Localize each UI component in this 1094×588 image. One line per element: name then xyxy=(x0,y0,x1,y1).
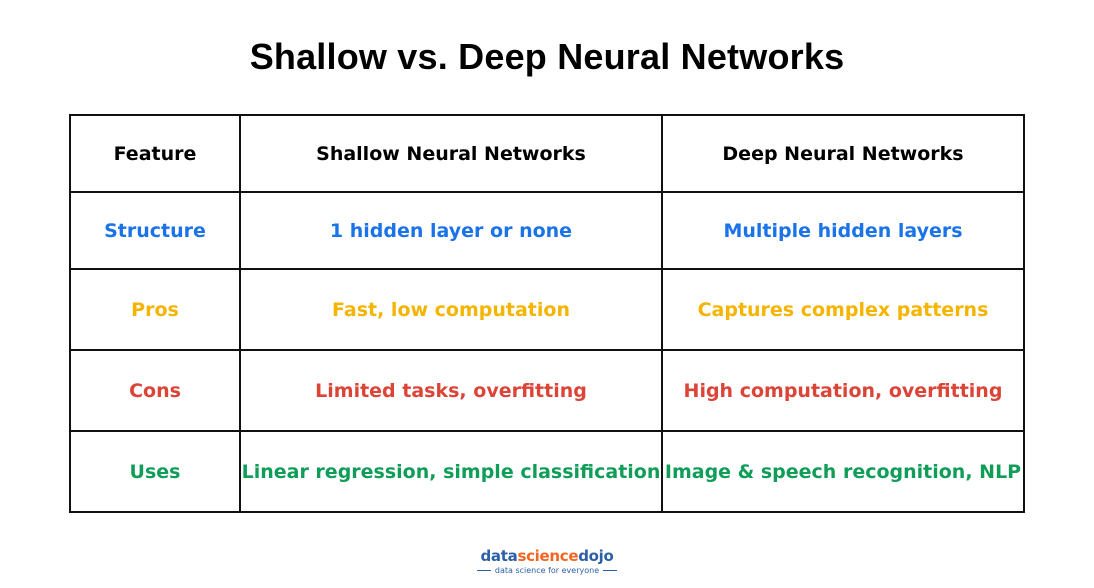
cell-shallow: Linear regression, simple classification xyxy=(239,430,663,513)
logo-text-data: data xyxy=(480,547,518,565)
header-deep: Deep Neural Networks xyxy=(661,114,1025,193)
logo-divider-right xyxy=(603,570,618,571)
page-title: Shallow vs. Deep Neural Networks xyxy=(249,36,845,77)
table-row-pros: Pros Fast, low computation Captures comp… xyxy=(69,268,1025,351)
header-shallow: Shallow Neural Networks xyxy=(239,114,663,193)
logo-text-dojo: dojo xyxy=(578,547,614,565)
cell-feature: Cons xyxy=(69,349,241,432)
cell-feature: Pros xyxy=(69,268,241,351)
datasciencedojo-logo: datasciencedojo data science for everyon… xyxy=(0,547,1094,575)
cell-deep: High computation, overfitting xyxy=(661,349,1025,432)
table-row-uses: Uses Linear regression, simple classific… xyxy=(69,430,1025,513)
table-row-structure: Structure 1 hidden layer or none Multipl… xyxy=(69,191,1025,270)
cell-shallow: 1 hidden layer or none xyxy=(239,191,663,270)
comparison-table: Feature Shallow Neural Networks Deep Neu… xyxy=(69,114,1025,513)
cell-feature: Uses xyxy=(69,430,241,513)
table-header-row: Feature Shallow Neural Networks Deep Neu… xyxy=(69,114,1025,193)
logo-text-science: science xyxy=(517,547,579,565)
logo-tagline: data science for everyone xyxy=(494,566,600,575)
table-row-cons: Cons Limited tasks, overfitting High com… xyxy=(69,349,1025,432)
cell-shallow: Fast, low computation xyxy=(239,268,663,351)
cell-shallow: Limited tasks, overfitting xyxy=(239,349,663,432)
header-feature: Feature xyxy=(69,114,241,193)
cell-deep: Multiple hidden layers xyxy=(661,191,1025,270)
cell-deep: Image & speech recognition, NLP xyxy=(661,430,1025,513)
logo-divider-left xyxy=(476,570,491,571)
cell-feature: Structure xyxy=(69,191,241,270)
cell-deep: Captures complex patterns xyxy=(661,268,1025,351)
